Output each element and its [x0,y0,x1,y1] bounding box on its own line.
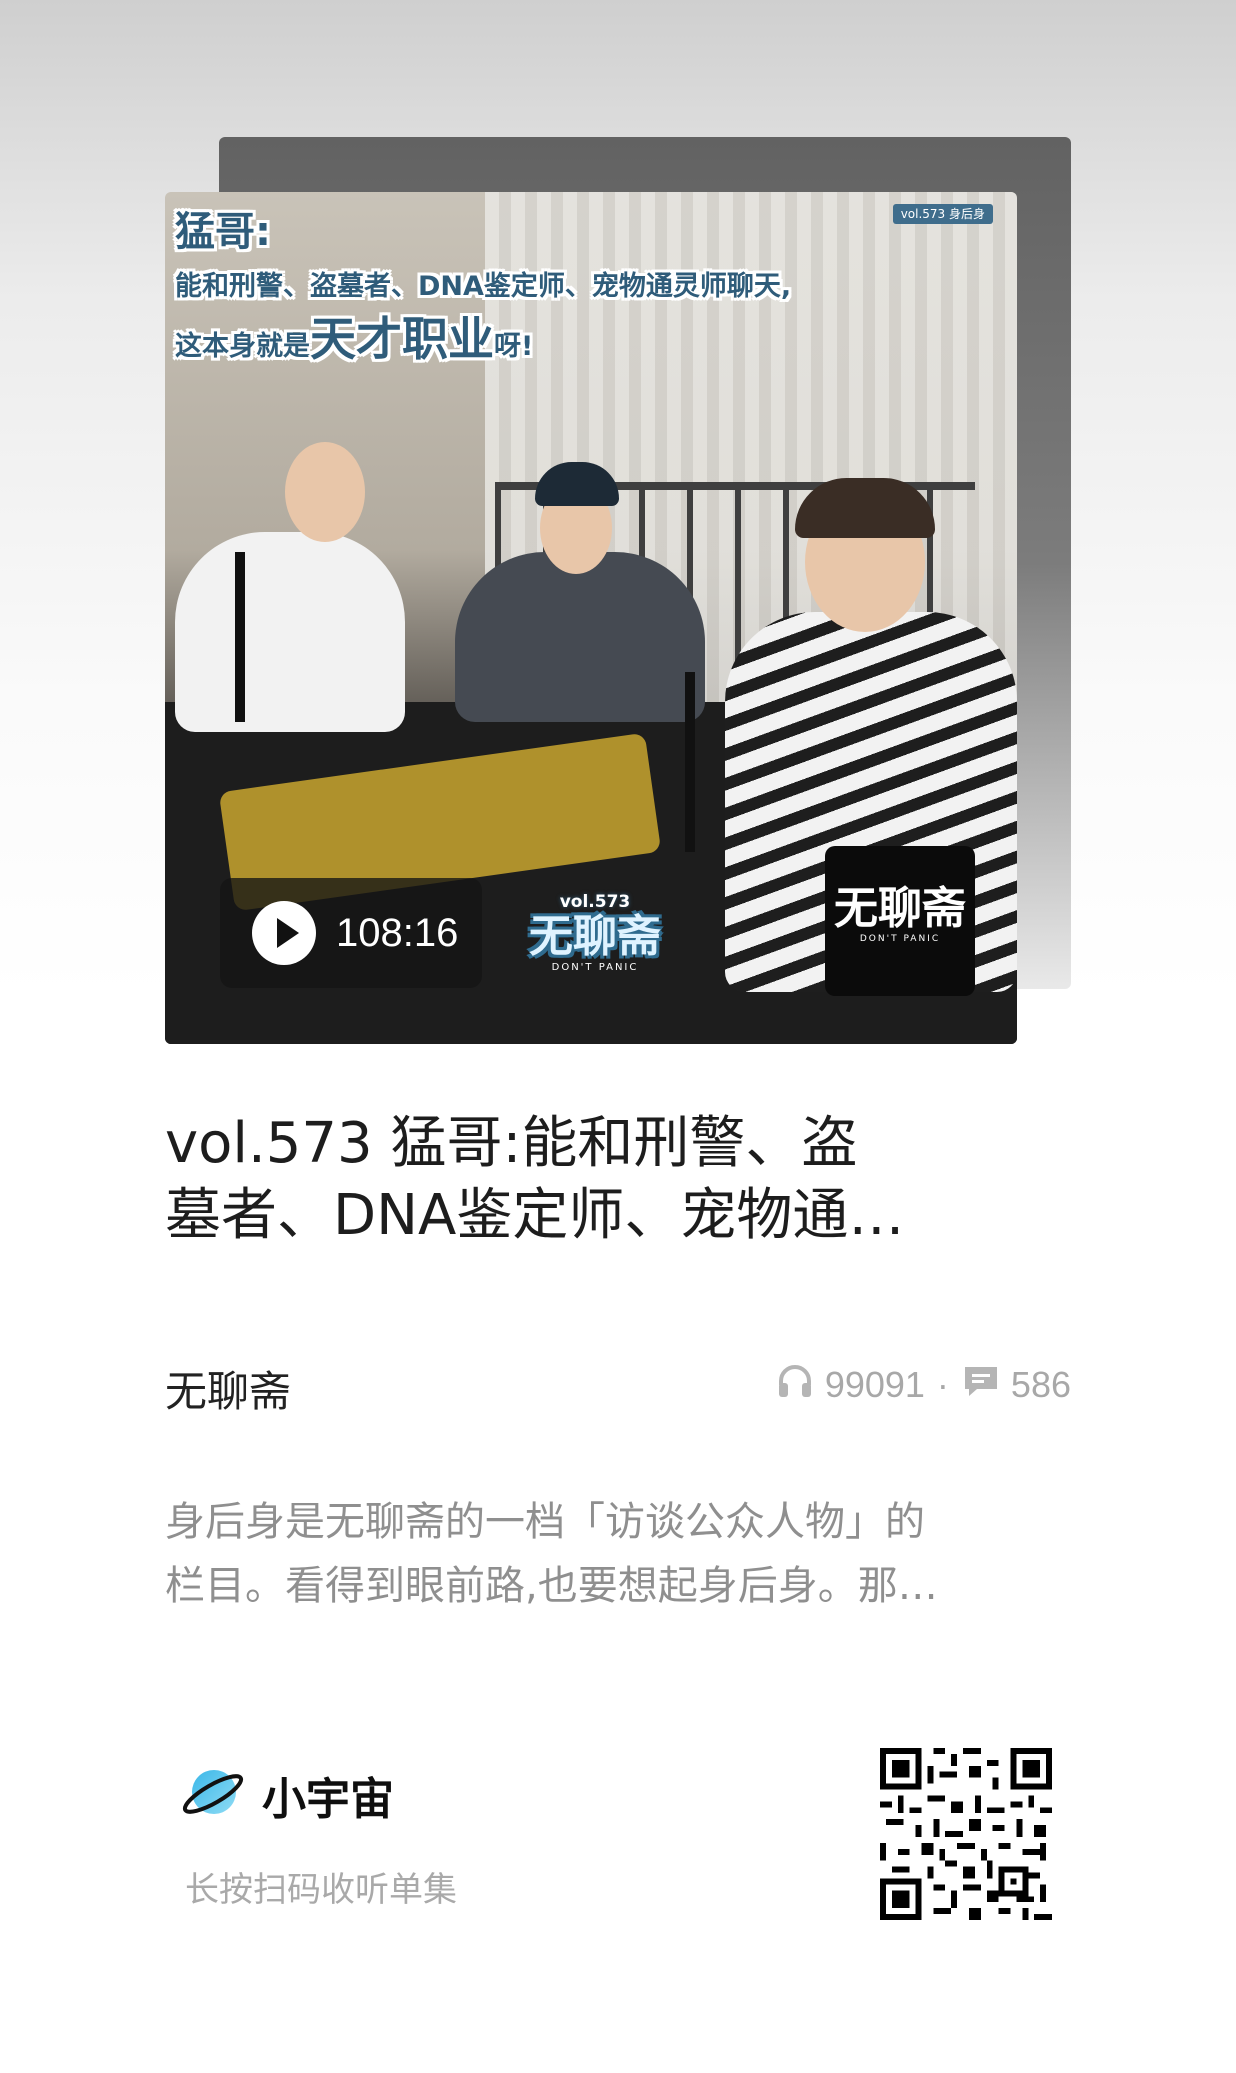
episode-duration: 108:16 [336,910,459,955]
play-count: 99091 [824,1364,925,1405]
episode-title: vol.573 猛哥:能和刑警、盗 墓者、DNA鉴定师、宠物通… [165,1108,1045,1252]
description-line2: 栏目。看得到眼前路,也要想起身后身。那… [165,1563,938,1609]
description-line1: 身后身是无聊斋的一档「访谈公众人物」的 [165,1499,925,1545]
qr-code[interactable] [880,1748,1052,1920]
episode-title-line2: 墓者、DNA鉴定师、宠物通… [165,1183,905,1248]
cover-vol-tag: vol.573 身后身 [892,204,993,224]
microphone-icon [235,552,245,722]
logo-sub: DON'T PANIC [551,962,639,973]
episode-cover[interactable]: 猛哥: 能和刑警、盗墓者、DNA鉴定师、宠物通灵师聊天, 这本身就是天才职业呀!… [165,192,1017,1044]
play-icon [252,901,316,965]
headphones-icon [775,1361,815,1410]
cover-headline-line2: 能和刑警、盗墓者、DNA鉴定师、宠物通灵师聊天, [175,271,792,302]
cover-headline-prefix: 这本身就是 [175,331,310,362]
logo-vol: vol.573 [559,892,631,912]
comment-count: 586 [1010,1364,1071,1405]
cover-headline-line1: 猛哥: [175,209,271,255]
episode-stats: 99091 · 586 [775,1360,1071,1410]
brand-logo-text: 无聊斋 [834,883,966,934]
app-name: 小宇宙 [262,1774,394,1825]
scan-hint: 长按扫码收听单集 [185,1870,457,1910]
podcast-logo-badge: vol.573 无聊斋 DON'T PANIC [520,892,670,1002]
logo-text: 无聊斋 [529,911,661,962]
brand-logo-sub: DON'T PANIC [859,934,941,944]
episode-title-line1: vol.573 猛哥:能和刑警、盗 [165,1111,858,1176]
cover-headline-line3: 这本身就是天才职业呀! [175,310,995,376]
episode-description: 身后身是无聊斋的一档「访谈公众人物」的 栏目。看得到眼前路,也要想起身后身。那… [165,1490,1065,1618]
cover-headline: 猛哥: 能和刑警、盗墓者、DNA鉴定师、宠物通灵师聊天, 这本身就是天才职业呀! [175,204,995,376]
podcast-name[interactable]: 无聊斋 [165,1358,291,1419]
play-button[interactable]: 108:16 [220,878,482,988]
comment-icon [961,1361,1001,1410]
microphone-icon [685,672,695,852]
planet-icon [180,1760,246,1830]
cover-headline-suffix: 呀! [494,331,534,362]
app-logo: 小宇宙 [180,1760,394,1830]
brand-logo: 无聊斋 DON'T PANIC [825,846,975,996]
stats-separator: · [936,1364,949,1405]
cover-headline-emphasis: 天才职业 [310,312,494,366]
